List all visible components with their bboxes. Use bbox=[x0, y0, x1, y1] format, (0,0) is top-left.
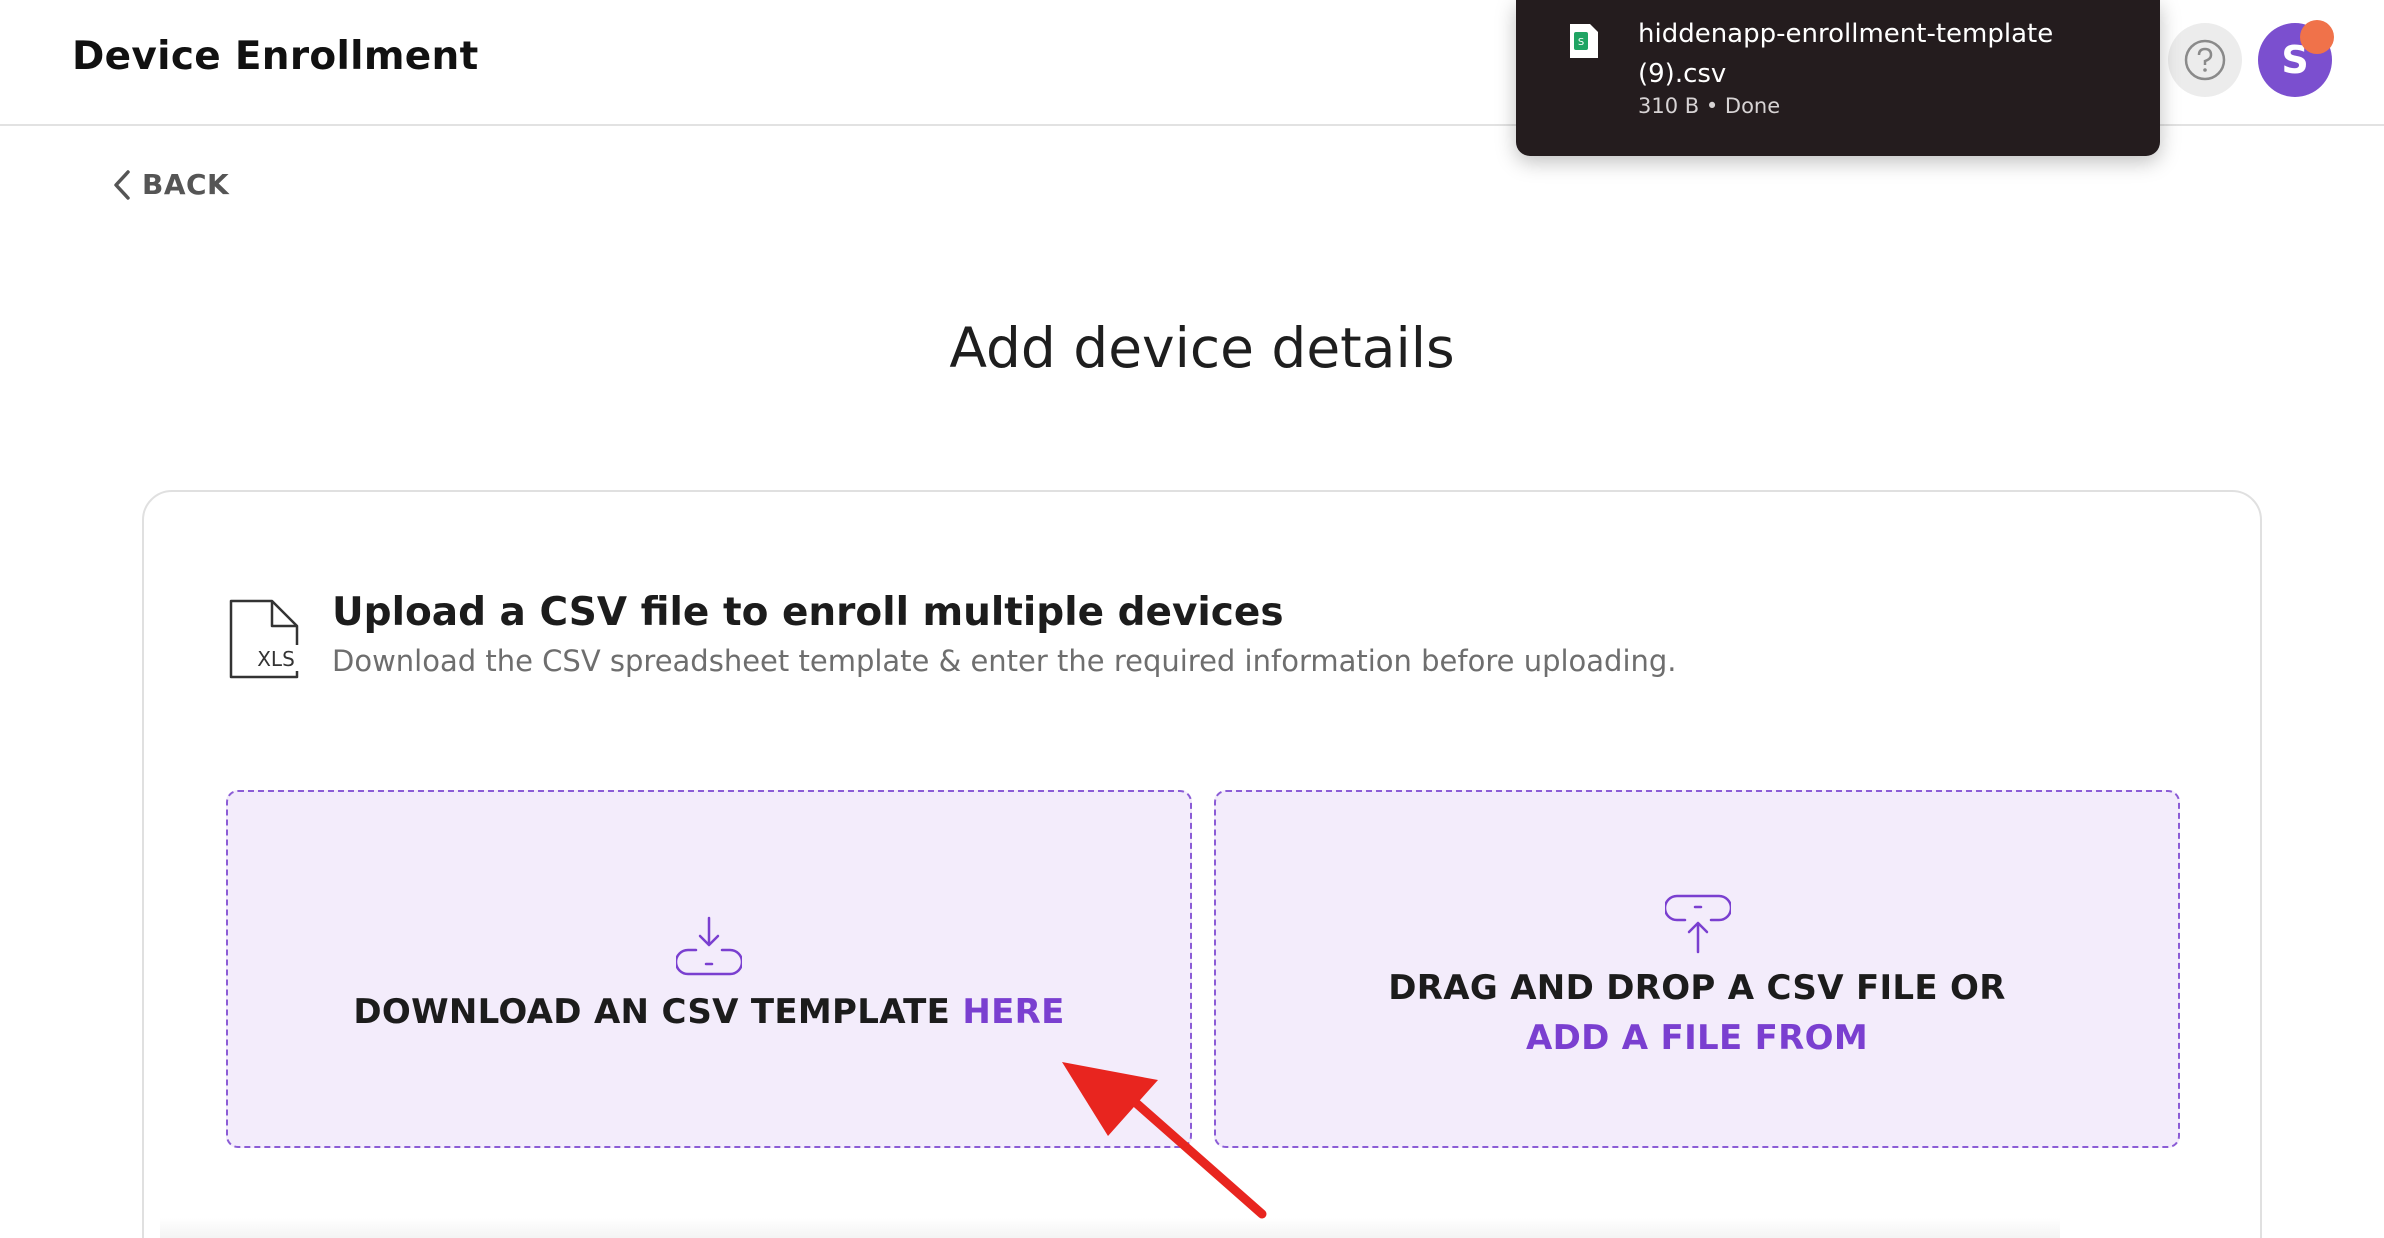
xls-icon-label: XLS bbox=[257, 647, 295, 671]
downloaded-file-name-line2: (9).csv bbox=[1638, 59, 1727, 89]
xls-file-icon: XLS bbox=[229, 599, 300, 679]
question-circle-icon bbox=[2184, 39, 2226, 81]
app-title: Device Enrollment bbox=[72, 34, 479, 79]
back-link[interactable]: BACK bbox=[112, 168, 229, 201]
download-notification-popup[interactable]: S hiddenapp-enrollment-template (9).csv … bbox=[1516, 0, 2160, 156]
download-tray-icon bbox=[676, 916, 742, 976]
back-label: BACK bbox=[142, 168, 230, 201]
upload-dropzone[interactable]: DRAG AND DROP A CSV FILE OR ADD A FILE F… bbox=[1214, 790, 2180, 1148]
downloaded-file-name-line1: hiddenapp-enrollment-template bbox=[1638, 19, 2054, 49]
card-subtext: Download the CSV spreadsheet template & … bbox=[332, 644, 1677, 678]
svg-text:S: S bbox=[1578, 37, 1584, 48]
download-template-zone[interactable]: DOWNLOAD AN CSV TEMPLATE HERE bbox=[226, 790, 1192, 1148]
spreadsheet-file-icon: S bbox=[1570, 24, 1598, 58]
download-zone-label: DOWNLOAD AN CSV TEMPLATE bbox=[353, 992, 963, 1032]
download-status: 310 B • Done bbox=[1638, 94, 1781, 118]
chevron-left-icon bbox=[114, 169, 130, 200]
annotation-arrow-icon bbox=[1062, 1062, 1267, 1219]
card-heading: Upload a CSV file to enroll multiple dev… bbox=[332, 590, 1284, 635]
notification-dot bbox=[2300, 20, 2334, 54]
upload-tray-icon bbox=[1665, 894, 1731, 954]
add-file-from-link[interactable]: ADD A FILE FROM bbox=[1216, 1018, 2178, 1058]
download-zone-text: DOWNLOAD AN CSV TEMPLATE HERE bbox=[228, 992, 1190, 1032]
help-button[interactable] bbox=[2168, 23, 2242, 97]
download-here-link[interactable]: HERE bbox=[962, 992, 1064, 1032]
upload-zone-line1: DRAG AND DROP A CSV FILE OR bbox=[1388, 968, 2006, 1008]
downloaded-file-name[interactable]: hiddenapp-enrollment-template (9).csv bbox=[1638, 14, 2138, 94]
page-title: Add device details bbox=[949, 316, 1455, 380]
